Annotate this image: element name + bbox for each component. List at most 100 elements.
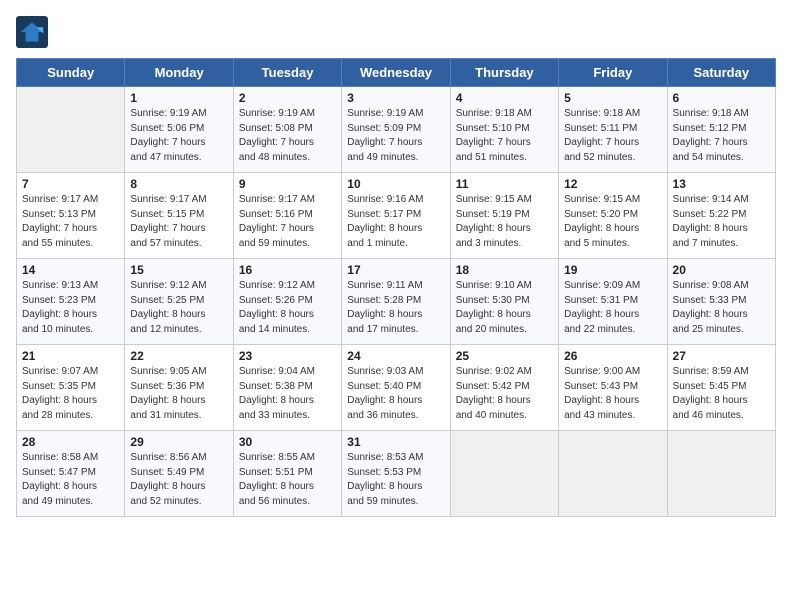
day-number: 18 (456, 263, 553, 277)
calendar-cell: 24 Sunrise: 9:03 AM Sunset: 5:40 PM Dayli… (342, 345, 450, 431)
calendar-cell: 3 Sunrise: 9:19 AM Sunset: 5:09 PM Daylig… (342, 87, 450, 173)
day-number: 20 (673, 263, 770, 277)
day-number: 2 (239, 91, 336, 105)
day-info: Sunrise: 9:12 AM Sunset: 5:26 PM Dayligh… (239, 279, 336, 337)
calendar-cell: 14 Sunrise: 9:13 AM Sunset: 5:23 PM Dayli… (17, 259, 125, 345)
day-info: Sunrise: 9:16 AM Sunset: 5:17 PM Dayligh… (347, 193, 444, 251)
calendar-cell: 17 Sunrise: 9:11 AM Sunset: 5:28 PM Dayli… (342, 259, 450, 345)
week-row-4: 21Sunrise: 9:07 AM Sunset: 5:35 PM Dayli… (17, 345, 776, 431)
day-info: Sunrise: 9:18 AM Sunset: 5:12 PM Dayligh… (673, 107, 770, 165)
week-row-3: 14 Sunrise: 9:13 AM Sunset: 5:23 PM Dayli… (17, 259, 776, 345)
calendar-cell: 13 Sunrise: 9:14 AM Sunset: 5:22 PM Dayli… (667, 173, 775, 259)
calendar-cell: 7 Sunrise: 9:17 AM Sunset: 5:13 PM Daylig… (17, 173, 125, 259)
day-info: Sunrise: 9:15 AM Sunset: 5:20 PM Dayligh… (564, 193, 661, 251)
calendar-cell: 19 Sunrise: 9:09 AM Sunset: 5:31 PM Dayli… (559, 259, 667, 345)
day-info: Sunrise: 9:17 AM Sunset: 5:16 PM Dayligh… (239, 193, 336, 251)
day-info: Sunrise: 9:00 AM Sunset: 5:43 PM Dayligh… (564, 365, 661, 423)
day-info: Sunrise: 9:04 AM Sunset: 5:38 PM Dayligh… (239, 365, 336, 423)
day-header-sunday: Sunday (17, 59, 125, 87)
day-info: Sunrise: 9:07 AM Sunset: 5:35 PM Dayligh… (22, 365, 119, 423)
day-number: 26 (564, 349, 661, 363)
calendar-cell: 25 Sunrise: 9:02 AM Sunset: 5:42 PM Dayli… (450, 345, 558, 431)
day-number: 17 (347, 263, 444, 277)
logo (16, 16, 52, 48)
calendar-cell: 5 Sunrise: 9:18 AM Sunset: 5:11 PM Daylig… (559, 87, 667, 173)
day-header-saturday: Saturday (667, 59, 775, 87)
calendar-cell: 28 Sunrise: 8:58 AM Sunset: 5:47 PM Dayli… (17, 431, 125, 517)
calendar-cell (17, 87, 125, 173)
header-row (16, 16, 776, 48)
day-number: 16 (239, 263, 336, 277)
day-number: 4 (456, 91, 553, 105)
day-number: 12 (564, 177, 661, 191)
calendar-table: SundayMondayTuesdayWednesdayThursdayFrid… (16, 58, 776, 517)
calendar-cell (450, 431, 558, 517)
calendar-cell: 11Sunrise: 9:15 AM Sunset: 5:19 PM Dayli… (450, 173, 558, 259)
day-info: Sunrise: 9:03 AM Sunset: 5:40 PM Dayligh… (347, 365, 444, 423)
week-row-5: 28 Sunrise: 8:58 AM Sunset: 5:47 PM Dayli… (17, 431, 776, 517)
calendar-cell: 23 Sunrise: 9:04 AM Sunset: 5:38 PM Dayli… (233, 345, 341, 431)
day-number: 10 (347, 177, 444, 191)
day-number: 24 (347, 349, 444, 363)
day-info: Sunrise: 9:12 AM Sunset: 5:25 PM Dayligh… (130, 279, 227, 337)
calendar-container: SundayMondayTuesdayWednesdayThursdayFrid… (0, 0, 792, 527)
day-number: 19 (564, 263, 661, 277)
day-number: 30 (239, 435, 336, 449)
day-number: 9 (239, 177, 336, 191)
calendar-cell: 29Sunrise: 8:56 AM Sunset: 5:49 PM Dayli… (125, 431, 233, 517)
day-info: Sunrise: 9:08 AM Sunset: 5:33 PM Dayligh… (673, 279, 770, 337)
day-info: Sunrise: 8:56 AM Sunset: 5:49 PM Dayligh… (130, 451, 227, 509)
calendar-cell: 31 Sunrise: 8:53 AM Sunset: 5:53 PM Dayli… (342, 431, 450, 517)
calendar-cell: 15 Sunrise: 9:12 AM Sunset: 5:25 PM Dayli… (125, 259, 233, 345)
day-number: 31 (347, 435, 444, 449)
day-info: Sunrise: 9:18 AM Sunset: 5:10 PM Dayligh… (456, 107, 553, 165)
day-number: 8 (130, 177, 227, 191)
day-info: Sunrise: 9:14 AM Sunset: 5:22 PM Dayligh… (673, 193, 770, 251)
calendar-cell: 1Sunrise: 9:19 AM Sunset: 5:06 PM Daylig… (125, 87, 233, 173)
day-number: 25 (456, 349, 553, 363)
day-header-thursday: Thursday (450, 59, 558, 87)
calendar-cell: 2 Sunrise: 9:19 AM Sunset: 5:08 PM Daylig… (233, 87, 341, 173)
day-number: 5 (564, 91, 661, 105)
day-info: Sunrise: 9:02 AM Sunset: 5:42 PM Dayligh… (456, 365, 553, 423)
day-info: Sunrise: 9:09 AM Sunset: 5:31 PM Dayligh… (564, 279, 661, 337)
day-info: Sunrise: 9:19 AM Sunset: 5:09 PM Dayligh… (347, 107, 444, 165)
calendar-cell: 18 Sunrise: 9:10 AM Sunset: 5:30 PM Dayli… (450, 259, 558, 345)
day-info: Sunrise: 9:10 AM Sunset: 5:30 PM Dayligh… (456, 279, 553, 337)
day-number: 11 (456, 177, 553, 191)
day-header-monday: Monday (125, 59, 233, 87)
calendar-cell: 22Sunrise: 9:05 AM Sunset: 5:36 PM Dayli… (125, 345, 233, 431)
day-number: 27 (673, 349, 770, 363)
logo-icon (16, 16, 48, 48)
day-info: Sunrise: 8:55 AM Sunset: 5:51 PM Dayligh… (239, 451, 336, 509)
day-info: Sunrise: 9:11 AM Sunset: 5:28 PM Dayligh… (347, 279, 444, 337)
day-info: Sunrise: 8:58 AM Sunset: 5:47 PM Dayligh… (22, 451, 119, 509)
day-info: Sunrise: 9:13 AM Sunset: 5:23 PM Dayligh… (22, 279, 119, 337)
calendar-cell: 10 Sunrise: 9:16 AM Sunset: 5:17 PM Dayli… (342, 173, 450, 259)
day-number: 7 (22, 177, 119, 191)
day-info: Sunrise: 9:18 AM Sunset: 5:11 PM Dayligh… (564, 107, 661, 165)
day-number: 23 (239, 349, 336, 363)
calendar-cell: 8 Sunrise: 9:17 AM Sunset: 5:15 PM Daylig… (125, 173, 233, 259)
day-info: Sunrise: 8:59 AM Sunset: 5:45 PM Dayligh… (673, 365, 770, 423)
day-number: 3 (347, 91, 444, 105)
day-number: 13 (673, 177, 770, 191)
days-header-row: SundayMondayTuesdayWednesdayThursdayFrid… (17, 59, 776, 87)
day-info: Sunrise: 9:19 AM Sunset: 5:08 PM Dayligh… (239, 107, 336, 165)
day-info: Sunrise: 9:17 AM Sunset: 5:15 PM Dayligh… (130, 193, 227, 251)
day-number: 14 (22, 263, 119, 277)
calendar-cell (559, 431, 667, 517)
day-number: 22 (130, 349, 227, 363)
calendar-cell (667, 431, 775, 517)
day-number: 28 (22, 435, 119, 449)
day-info: Sunrise: 9:17 AM Sunset: 5:13 PM Dayligh… (22, 193, 119, 251)
day-number: 1 (130, 91, 227, 105)
day-number: 15 (130, 263, 227, 277)
calendar-cell: 21Sunrise: 9:07 AM Sunset: 5:35 PM Dayli… (17, 345, 125, 431)
day-info: Sunrise: 8:53 AM Sunset: 5:53 PM Dayligh… (347, 451, 444, 509)
calendar-cell: 6Sunrise: 9:18 AM Sunset: 5:12 PM Daylig… (667, 87, 775, 173)
calendar-cell: 4 Sunrise: 9:18 AM Sunset: 5:10 PM Daylig… (450, 87, 558, 173)
week-row-2: 7 Sunrise: 9:17 AM Sunset: 5:13 PM Daylig… (17, 173, 776, 259)
calendar-cell: 26 Sunrise: 9:00 AM Sunset: 5:43 PM Dayli… (559, 345, 667, 431)
calendar-cell: 20 Sunrise: 9:08 AM Sunset: 5:33 PM Dayli… (667, 259, 775, 345)
